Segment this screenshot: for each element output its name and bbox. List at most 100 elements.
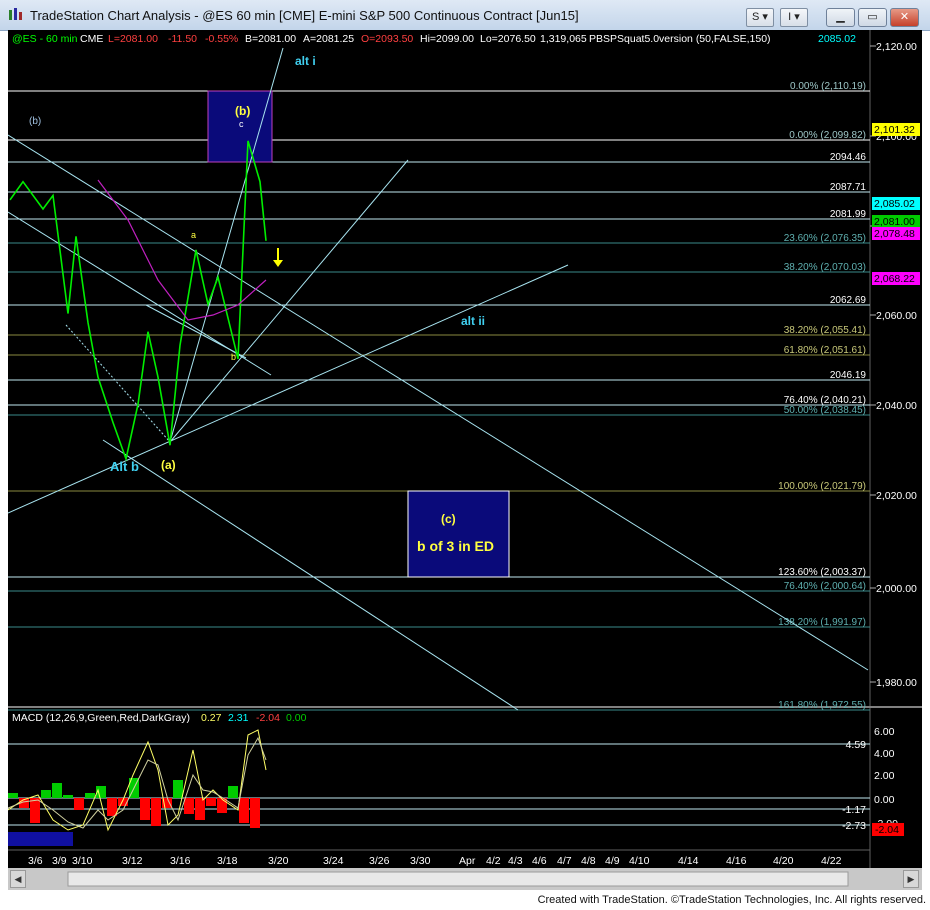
date-axis-label: 3/16 — [170, 855, 191, 867]
title-bar: TradeStation Chart Analysis - @ES 60 min… — [0, 0, 930, 31]
date-axis-label: 4/16 — [726, 855, 747, 867]
trend-lines — [8, 47, 869, 711]
fib-level-label: 161.80% (1,972.55) — [778, 700, 866, 711]
macd-hist-bar — [30, 798, 40, 823]
date-axis-label: 3/12 — [122, 855, 143, 867]
header-high: Hi=2099.00 — [420, 33, 474, 45]
macd-level-label: -2.73 — [842, 820, 866, 832]
macd-value-1: 0.27 — [201, 712, 222, 724]
chevron-right-icon: ▶ — [907, 874, 915, 884]
price-badge-text: 2,085.02 — [874, 198, 915, 210]
header-ask: A=2081.25 — [303, 33, 354, 45]
chart-canvas[interactable]: @ES - 60 min CME L=2081.00 -11.50 -0.55%… — [8, 30, 922, 890]
window-title: TradeStation Chart Analysis - @ES 60 min… — [30, 8, 579, 23]
macd-hist-bar — [63, 795, 73, 798]
a-paren-label: (a) — [161, 458, 176, 472]
fib-level-label: 38.20% (2,055.41) — [784, 325, 866, 336]
date-axis-label: 3/26 — [369, 855, 390, 867]
b-small-label: b — [231, 352, 236, 362]
macd-hist-bar — [140, 798, 150, 820]
macd-hist-bar — [239, 798, 249, 823]
credit-text: Created with TradeStation. ©TradeStation… — [537, 894, 926, 906]
price-badge-text: 2,078.48 — [874, 228, 915, 240]
date-axis-label: 3/9 — [52, 855, 67, 867]
tradestation-app-icon — [9, 8, 22, 20]
b-left-label: (b) — [29, 116, 41, 127]
header-last: L=2081.00 — [108, 33, 158, 45]
date-axis-label: 4/14 — [678, 855, 699, 867]
price-badge: 2,101.32 — [872, 123, 920, 136]
macd-axis-label: 2.00 — [874, 770, 895, 782]
price-axis-label: 2,000.00 — [876, 583, 917, 595]
minimize-button[interactable]: ▁ — [826, 8, 855, 27]
date-axis-label: 4/6 — [532, 855, 547, 867]
interval-link-button[interactable]: I ▾ — [780, 8, 808, 27]
macd-label: MACD (12,26,9,Green,Red,DarkGray) — [12, 712, 190, 724]
scroll-left-button[interactable]: ◀ — [10, 870, 26, 888]
date-axis-label: 3/10 — [72, 855, 93, 867]
macd-level-label: 4.59 — [846, 739, 867, 751]
date-axis-label: 3/6 — [28, 855, 43, 867]
macd-hist-bar — [74, 798, 84, 810]
a-small-label: a — [191, 230, 196, 240]
macd-hist-bar — [228, 786, 238, 798]
header-low: Lo=2076.50 — [480, 33, 536, 45]
c-small-label: c — [239, 119, 244, 129]
date-axis-label: 4/9 — [605, 855, 620, 867]
macd-hist-bar — [151, 798, 161, 826]
fib-level-label: 76.40% (2,000.64) — [784, 581, 866, 592]
price-axis-label: 2,120.00 — [876, 41, 917, 53]
price-badge: 2,085.02 — [872, 197, 920, 210]
macd-hist-bar — [107, 798, 117, 816]
maximize-button[interactable]: ▭ — [858, 8, 887, 27]
date-axis-label: 3/20 — [268, 855, 289, 867]
fib-level-label: 100.00% (2,021.79) — [778, 481, 866, 492]
symbol-link-button[interactable]: S ▾ — [746, 8, 774, 27]
price-badge-text: 2,101.32 — [874, 124, 915, 136]
macd-value-4: 0.00 — [286, 712, 307, 724]
price-axis-label: 2,040.00 — [876, 400, 917, 412]
macd-hist-bar — [173, 780, 183, 798]
date-axis-label: 4/8 — [581, 855, 596, 867]
macd-hist-bar — [206, 798, 216, 806]
macd-axis-label: 4.00 — [874, 748, 895, 760]
macd-hist-bar — [184, 798, 194, 814]
fib-level-label: 2087.71 — [830, 182, 867, 193]
header-exchange: CME — [80, 33, 103, 45]
scrollbar-thumb[interactable] — [67, 871, 849, 887]
maximize-icon: ▭ — [867, 11, 878, 23]
fib-level-label: 2094.46 — [830, 152, 867, 163]
macd-badge-text: -2.04 — [875, 824, 899, 836]
header-indicator: PBSPSquat5.0version (50,FALSE,150) — [589, 33, 771, 45]
price-series-line — [9, 140, 267, 462]
price-badge: 2,068.22 — [872, 272, 920, 285]
scroll-right-button[interactable]: ▶ — [903, 870, 919, 888]
alt-i-label: alt i — [295, 54, 316, 68]
fib-level-label: 23.60% (2,076.35) — [784, 233, 866, 244]
macd-hist-bar — [52, 783, 62, 798]
fib-level-label: 123.60% (2,003.37) — [778, 567, 866, 578]
header-symbol: @ES - 60 min — [12, 33, 78, 45]
fib-level-label: 2081.99 — [830, 209, 867, 220]
price-axis-label: 2,020.00 — [876, 490, 917, 502]
c-wave-target-box — [407, 490, 510, 578]
price-badge: 2,081.00 — [872, 215, 920, 228]
price-badge-text: 2,081.00 — [874, 216, 915, 228]
tradestation-window: TradeStation Chart Analysis - @ES 60 min… — [0, 0, 930, 910]
macd-value-3: -2.04 — [256, 712, 280, 724]
down-arrow-icon — [273, 248, 283, 267]
fib-level-label: 61.80% (2,051.61) — [784, 345, 866, 356]
fib-level-label: 50.00% (2,038.45) — [784, 405, 866, 416]
close-icon: ✕ — [899, 11, 910, 23]
header-volume: 1,319,065 — [540, 33, 587, 45]
b-of-3-label: b of 3 in ED — [417, 538, 494, 554]
macd-axis-label: 6.00 — [874, 726, 895, 738]
macd-signal-line — [8, 736, 267, 829]
fib-level-label: 0.00% (2,110.19) — [790, 81, 866, 92]
macd-badge: -2.04 — [872, 823, 904, 836]
close-button[interactable]: ✕ — [890, 8, 919, 27]
alt-ii-label: alt ii — [461, 314, 485, 328]
header-change: -11.50 — [168, 33, 197, 45]
macd-hist-bar — [41, 790, 51, 798]
minimize-icon: ▁ — [836, 11, 845, 23]
